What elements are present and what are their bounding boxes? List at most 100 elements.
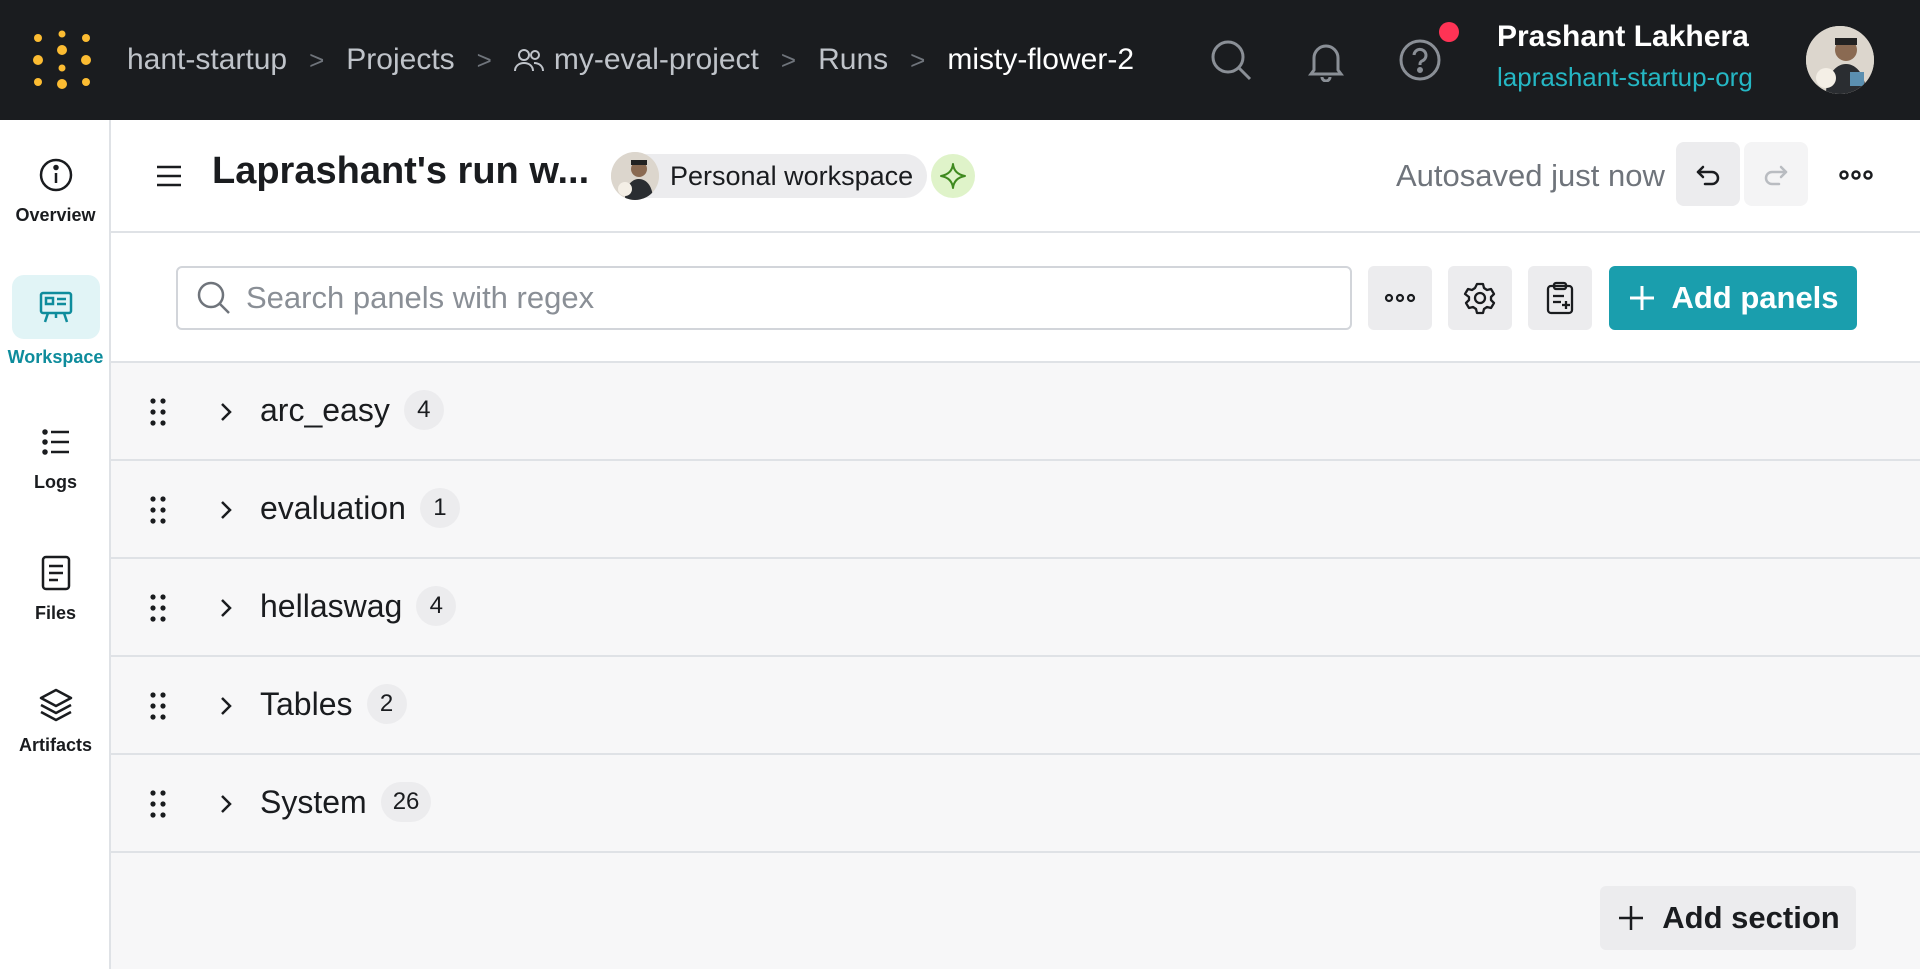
breadcrumb-project[interactable]: my-eval-project [513, 43, 759, 77]
section-name: Tables [260, 686, 353, 722]
active-indicator [11, 275, 100, 339]
section-row-hellaswag[interactable]: hellaswag 4 [111, 559, 1920, 657]
workspace-chip-label: Personal workspace [670, 160, 914, 191]
section-title: Tables 2 [260, 683, 407, 727]
redo-button[interactable] [1744, 142, 1808, 206]
workspace-header: Laprashant's run w... Personal workspace… [111, 120, 1920, 233]
hamburger-menu-icon[interactable] [151, 158, 187, 194]
add-panels-label: Add panels [1671, 280, 1839, 315]
clipboard-button[interactable] [1528, 266, 1592, 330]
avatar[interactable] [1806, 26, 1874, 94]
chevron-right-icon[interactable] [213, 595, 239, 621]
sidebar-item-label: Overview [15, 205, 96, 225]
drag-handle-icon[interactable] [148, 691, 168, 721]
section-title: evaluation 1 [260, 487, 460, 531]
breadcrumb-org[interactable]: hant-startup [127, 43, 287, 77]
search-icon[interactable] [1209, 38, 1253, 82]
add-section-label: Add section [1662, 900, 1840, 935]
sidebar-item-label: Artifacts [18, 735, 93, 755]
sidebar-item-files[interactable]: Files [0, 553, 111, 624]
drag-handle-icon[interactable] [148, 593, 168, 623]
panels-toolbar: Add panels [111, 233, 1920, 363]
sidebar-item-logs[interactable]: Logs [0, 422, 111, 493]
add-panels-button[interactable]: Add panels [1609, 266, 1857, 330]
sidebar-item-workspace[interactable]: Workspace [0, 275, 111, 368]
ai-assist-button[interactable] [931, 154, 975, 198]
section-row-system[interactable]: System 26 [111, 755, 1920, 853]
user-org[interactable]: laprashant-startup-org [1497, 62, 1753, 93]
undo-icon [1696, 165, 1720, 186]
bell-icon[interactable] [1304, 38, 1348, 82]
workspace-type-chip[interactable]: Personal workspace [611, 152, 928, 200]
user-info[interactable]: Prashant Lakhera laprashant-startup-org [1497, 20, 1753, 93]
section-name: evaluation [260, 490, 406, 526]
sparkle-icon [940, 163, 966, 189]
plus-icon [1630, 286, 1655, 310]
avatar [611, 152, 659, 200]
breadcrumb: hant-startup > Projects > my-eval-projec… [127, 0, 1134, 120]
undo-button[interactable] [1676, 142, 1740, 206]
section-row-tables[interactable]: Tables 2 [111, 657, 1920, 755]
breadcrumb-projects[interactable]: Projects [346, 43, 454, 77]
add-section-button[interactable]: Add section [1600, 886, 1856, 950]
more-options-button[interactable] [1368, 266, 1432, 330]
panel-count-badge: 26 [380, 781, 432, 822]
chevron-right-icon[interactable] [213, 791, 239, 817]
settings-button[interactable] [1448, 266, 1512, 330]
section-title: arc_easy 4 [260, 389, 444, 433]
section-title: hellaswag 4 [260, 585, 457, 629]
chevron-right-icon: > [910, 44, 926, 75]
plus-icon [1619, 906, 1644, 930]
section-name: arc_easy [260, 392, 390, 428]
breadcrumb-runs[interactable]: Runs [818, 43, 888, 77]
more-options-icon[interactable] [1836, 160, 1876, 190]
layers-icon [39, 688, 72, 722]
section-row-arc-easy[interactable]: arc_easy 4 [111, 363, 1920, 461]
chevron-right-icon[interactable] [213, 399, 239, 425]
chevron-right-icon: > [309, 44, 325, 75]
panel-count-badge: 4 [416, 585, 457, 626]
panel-count-badge: 1 [419, 487, 460, 528]
sidebar-item-label: Logs [34, 472, 77, 492]
sidebar-item-artifacts[interactable]: Artifacts [0, 685, 111, 756]
sidebar-item-overview[interactable]: Overview [0, 155, 111, 226]
avatar-image [1806, 26, 1874, 94]
page-title[interactable]: Laprashant's run w... [212, 150, 589, 193]
chevron-right-icon[interactable] [213, 497, 239, 523]
autosave-status: Autosaved just now [1396, 158, 1665, 193]
breadcrumb-project-label: my-eval-project [553, 43, 759, 76]
chevron-right-icon[interactable] [213, 693, 239, 719]
search-input[interactable] [246, 280, 1296, 316]
drag-handle-icon[interactable] [148, 397, 168, 427]
info-icon [39, 158, 72, 192]
redo-icon [1764, 165, 1788, 186]
more-horizontal-icon [1384, 293, 1416, 303]
clipboard-icon [1546, 281, 1574, 315]
section-name: System [260, 784, 367, 820]
wandb-logo[interactable] [30, 30, 94, 90]
workspace-icon [39, 291, 72, 323]
user-name: Prashant Lakhera [1497, 20, 1749, 53]
breadcrumb-run[interactable]: misty-flower-2 [947, 43, 1134, 77]
panel-count-badge: 4 [403, 389, 444, 430]
team-icon [513, 49, 544, 72]
gear-icon [1463, 282, 1496, 315]
section-row-evaluation[interactable]: evaluation 1 [111, 461, 1920, 559]
drag-handle-icon[interactable] [148, 789, 168, 819]
section-title: System 26 [260, 781, 432, 825]
list-icon [41, 429, 69, 455]
section-name: hellaswag [260, 588, 403, 624]
top-navigation-bar: hant-startup > Projects > my-eval-projec… [0, 0, 1920, 120]
chevron-right-icon: > [780, 44, 797, 75]
notification-dot [1439, 22, 1459, 42]
search-icon [197, 281, 230, 314]
chevron-right-icon: > [476, 44, 492, 75]
help-icon[interactable] [1398, 38, 1442, 82]
file-icon [41, 555, 70, 591]
sidebar-item-label: Files [34, 603, 77, 623]
search-box[interactable] [176, 266, 1352, 330]
sidebar-item-label: Workspace [7, 347, 104, 367]
panel-sections-list: arc_easy 4 evaluation 1 hellaswag 4 Tables 2 [111, 363, 1920, 853]
drag-handle-icon[interactable] [148, 495, 168, 525]
panel-count-badge: 2 [366, 683, 407, 724]
